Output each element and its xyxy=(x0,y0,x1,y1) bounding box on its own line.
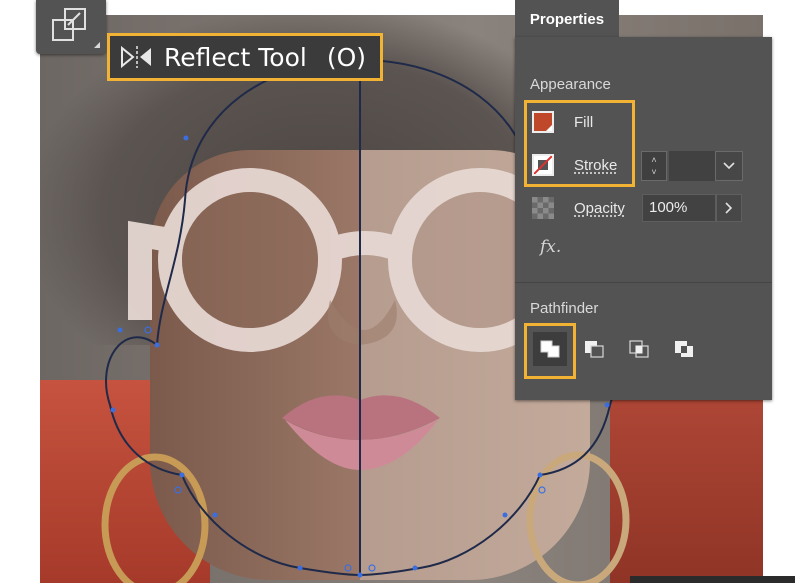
fx-icon[interactable]: fx. xyxy=(540,237,561,257)
unite-icon xyxy=(540,340,560,358)
tooltip-tool-name: Reflect Tool xyxy=(164,42,307,72)
tool-tooltip: Reflect Tool (O) xyxy=(107,33,383,81)
opacity-input[interactable]: 100% xyxy=(642,194,716,222)
opacity-slider-button[interactable] xyxy=(716,194,742,222)
chevron-down-icon xyxy=(723,162,735,170)
checkerboard-icon xyxy=(532,197,554,219)
reflect-tool-button[interactable] xyxy=(36,0,106,54)
status-bar-fragment xyxy=(630,576,795,583)
section-divider xyxy=(515,282,772,283)
pathfinder-intersect-button[interactable] xyxy=(622,332,656,366)
stroke-swatch[interactable] xyxy=(532,154,554,176)
stroke-weight-input[interactable] xyxy=(669,151,715,181)
stroke-weight-dropdown[interactable] xyxy=(715,151,743,181)
earring-left xyxy=(101,453,209,583)
pathfinder-exclude-button[interactable] xyxy=(667,332,701,366)
pathfinder-unite-button[interactable] xyxy=(533,332,567,366)
fill-label: Fill xyxy=(574,114,594,131)
appearance-title: Appearance xyxy=(530,76,611,93)
properties-panel: Appearance Fill Stroke ˄ ˅ Opacity 100% f… xyxy=(515,37,772,400)
opacity-label[interactable]: Opacity xyxy=(574,200,625,217)
tooltip-shortcut: (O) xyxy=(326,42,366,72)
pathfinder-title: Pathfinder xyxy=(530,300,599,317)
minus-front-icon xyxy=(585,341,604,358)
intersect-icon xyxy=(629,340,649,358)
stroke-label[interactable]: Stroke xyxy=(574,157,617,174)
stroke-weight-stepper[interactable]: ˄ ˅ xyxy=(641,151,667,181)
reflect-icon xyxy=(110,36,156,78)
pathfinder-minus-front-button[interactable] xyxy=(577,332,611,366)
tool-flyout-indicator xyxy=(94,42,100,48)
tab-properties[interactable]: Properties xyxy=(515,0,619,38)
chevron-right-icon xyxy=(725,202,733,214)
fill-swatch[interactable] xyxy=(532,111,554,133)
exclude-icon xyxy=(675,341,693,357)
